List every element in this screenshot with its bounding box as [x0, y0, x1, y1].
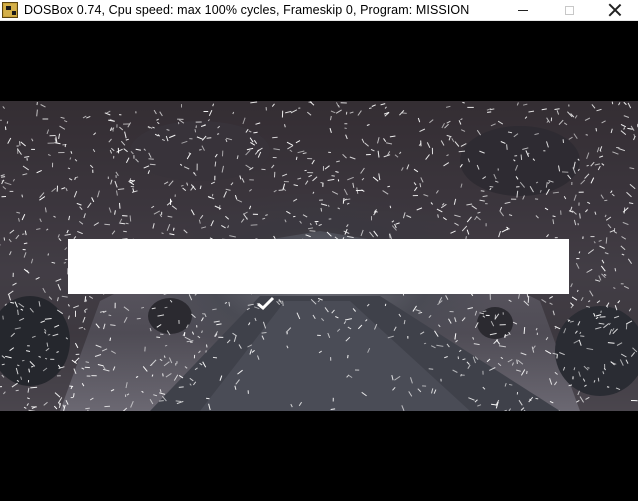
dosbox-icon[interactable] [2, 2, 18, 18]
minimize-button[interactable] [500, 0, 546, 20]
game-viewport[interactable] [0, 21, 638, 501]
close-button[interactable] [592, 0, 638, 20]
cave-scene [0, 101, 638, 411]
maximize-icon [564, 5, 574, 15]
checkmark-cursor-icon [257, 296, 275, 311]
window-controls [500, 0, 638, 20]
minimize-icon [518, 9, 528, 11]
window-title: DOSBox 0.74, Cpu speed: max 100% cycles,… [24, 3, 470, 17]
close-icon [608, 3, 622, 17]
message-banner [68, 239, 569, 294]
maximize-button[interactable] [546, 0, 592, 20]
title-bar[interactable]: DOSBox 0.74, Cpu speed: max 100% cycles,… [0, 0, 638, 21]
